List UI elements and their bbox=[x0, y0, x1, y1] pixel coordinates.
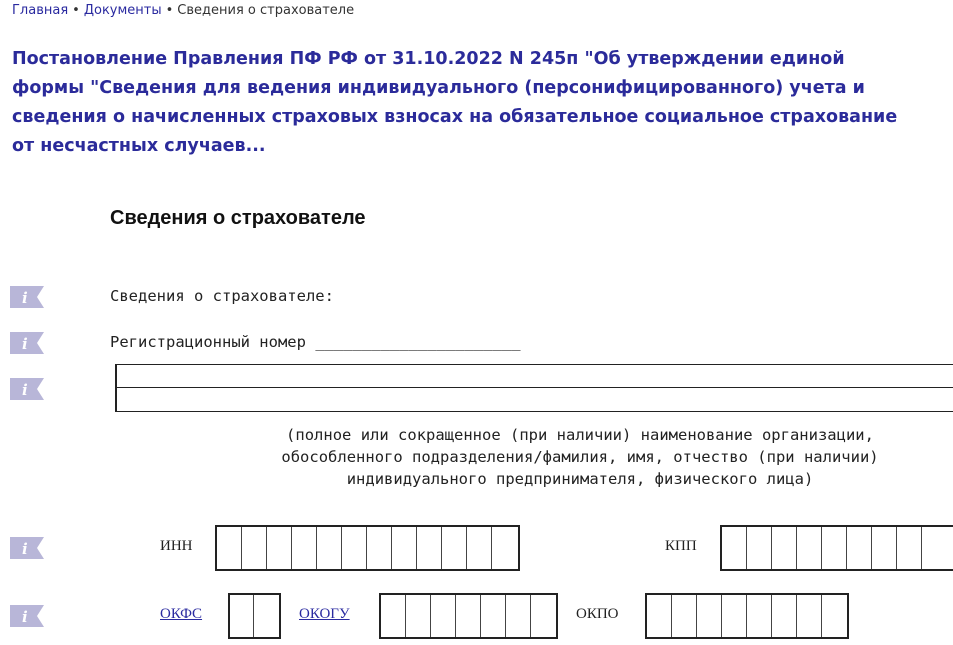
svg-text:i: i bbox=[22, 381, 28, 399]
okogu-cell[interactable] bbox=[431, 595, 456, 637]
info-icon[interactable]: i bbox=[10, 605, 44, 627]
okpo-cell[interactable] bbox=[647, 595, 672, 637]
inn-cell[interactable] bbox=[267, 527, 292, 569]
name-caption-line: обособленного подразделения/фамилия, имя… bbox=[281, 448, 879, 466]
breadcrumb: Главная • Документы • Сведения о страховател… bbox=[12, 3, 354, 18]
inn-cell[interactable] bbox=[342, 527, 367, 569]
kpp-cell[interactable] bbox=[847, 527, 872, 569]
inn-cell[interactable] bbox=[242, 527, 267, 569]
okogu-cell[interactable] bbox=[531, 595, 556, 637]
okpo-field[interactable] bbox=[645, 593, 849, 639]
breadcrumb-current: Сведения о страхователе bbox=[177, 3, 355, 18]
svg-text:i: i bbox=[22, 335, 28, 353]
okfs-cell[interactable] bbox=[254, 595, 279, 637]
svg-text:i: i bbox=[22, 540, 28, 558]
kpp-cell[interactable] bbox=[797, 527, 822, 569]
inn-label: ИНН bbox=[160, 538, 193, 554]
breadcrumb-separator: • bbox=[72, 3, 80, 18]
inn-cell[interactable] bbox=[492, 527, 518, 569]
name-caption: (полное или сокращенное (при наличии) на… bbox=[150, 424, 953, 490]
kpp-cell[interactable] bbox=[872, 527, 897, 569]
info-icon[interactable]: i bbox=[10, 378, 44, 400]
kpp-cell[interactable] bbox=[922, 527, 952, 569]
okpo-cell[interactable] bbox=[747, 595, 772, 637]
kpp-cell[interactable] bbox=[822, 527, 847, 569]
insurer-name-line bbox=[115, 387, 953, 388]
document-title[interactable]: Постановление Правления ПФ РФ от 31.10.2… bbox=[12, 45, 912, 161]
okfs-cell[interactable] bbox=[230, 595, 254, 637]
insurer-name-field[interactable] bbox=[115, 364, 953, 412]
info-icon[interactable]: i bbox=[10, 537, 44, 559]
kpp-cell[interactable] bbox=[722, 527, 747, 569]
okfs-link[interactable]: ОКФС bbox=[160, 606, 202, 623]
kpp-cell[interactable] bbox=[772, 527, 797, 569]
okpo-cell[interactable] bbox=[722, 595, 747, 637]
inn-cell[interactable] bbox=[442, 527, 467, 569]
okogu-link[interactable]: ОКОГУ bbox=[299, 606, 350, 623]
inn-cell[interactable] bbox=[217, 527, 242, 569]
kpp-cell[interactable] bbox=[897, 527, 922, 569]
breadcrumb-separator: • bbox=[165, 3, 174, 18]
okpo-cell[interactable] bbox=[822, 595, 847, 637]
okfs-field[interactable] bbox=[228, 593, 281, 639]
breadcrumb-home-link[interactable]: Главная bbox=[12, 3, 68, 18]
okpo-label: ОКПО bbox=[576, 606, 619, 622]
okogu-cell[interactable] bbox=[456, 595, 481, 637]
info-icon[interactable]: i bbox=[10, 286, 44, 308]
reg-number-label: Регистрационный номер bbox=[110, 333, 306, 351]
name-caption-line: (полное или сокращенное (при наличии) на… bbox=[286, 426, 874, 444]
inn-cell[interactable] bbox=[392, 527, 417, 569]
okpo-cell[interactable] bbox=[672, 595, 697, 637]
okpo-cell[interactable] bbox=[797, 595, 822, 637]
okogu-cell[interactable] bbox=[506, 595, 531, 637]
svg-text:i: i bbox=[22, 289, 28, 307]
okogu-cell[interactable] bbox=[406, 595, 431, 637]
inn-field[interactable] bbox=[215, 525, 520, 571]
inn-cell[interactable] bbox=[292, 527, 317, 569]
kpp-cell[interactable] bbox=[747, 527, 772, 569]
kpp-field[interactable] bbox=[720, 525, 953, 571]
reg-number-row: Регистрационный номер __________________… bbox=[110, 333, 521, 351]
info-icon[interactable]: i bbox=[10, 332, 44, 354]
okpo-cell[interactable] bbox=[697, 595, 722, 637]
kpp-label: КПП bbox=[665, 538, 697, 554]
inn-cell[interactable] bbox=[367, 527, 392, 569]
inn-cell[interactable] bbox=[417, 527, 442, 569]
okpo-cell[interactable] bbox=[772, 595, 797, 637]
svg-text:i: i bbox=[22, 608, 28, 626]
okogu-field[interactable] bbox=[379, 593, 558, 639]
name-caption-line: индивидуального предпринимателя, физичес… bbox=[346, 470, 814, 488]
inn-cell[interactable] bbox=[467, 527, 492, 569]
form-heading: Сведения о страхователе bbox=[110, 207, 366, 229]
reg-number-field[interactable]: ______________________ bbox=[315, 333, 520, 351]
okogu-cell[interactable] bbox=[381, 595, 406, 637]
breadcrumb-documents-link[interactable]: Документы bbox=[84, 3, 162, 18]
inn-cell[interactable] bbox=[317, 527, 342, 569]
section-label: Сведения о страхователе: bbox=[110, 287, 334, 305]
okogu-cell[interactable] bbox=[481, 595, 506, 637]
